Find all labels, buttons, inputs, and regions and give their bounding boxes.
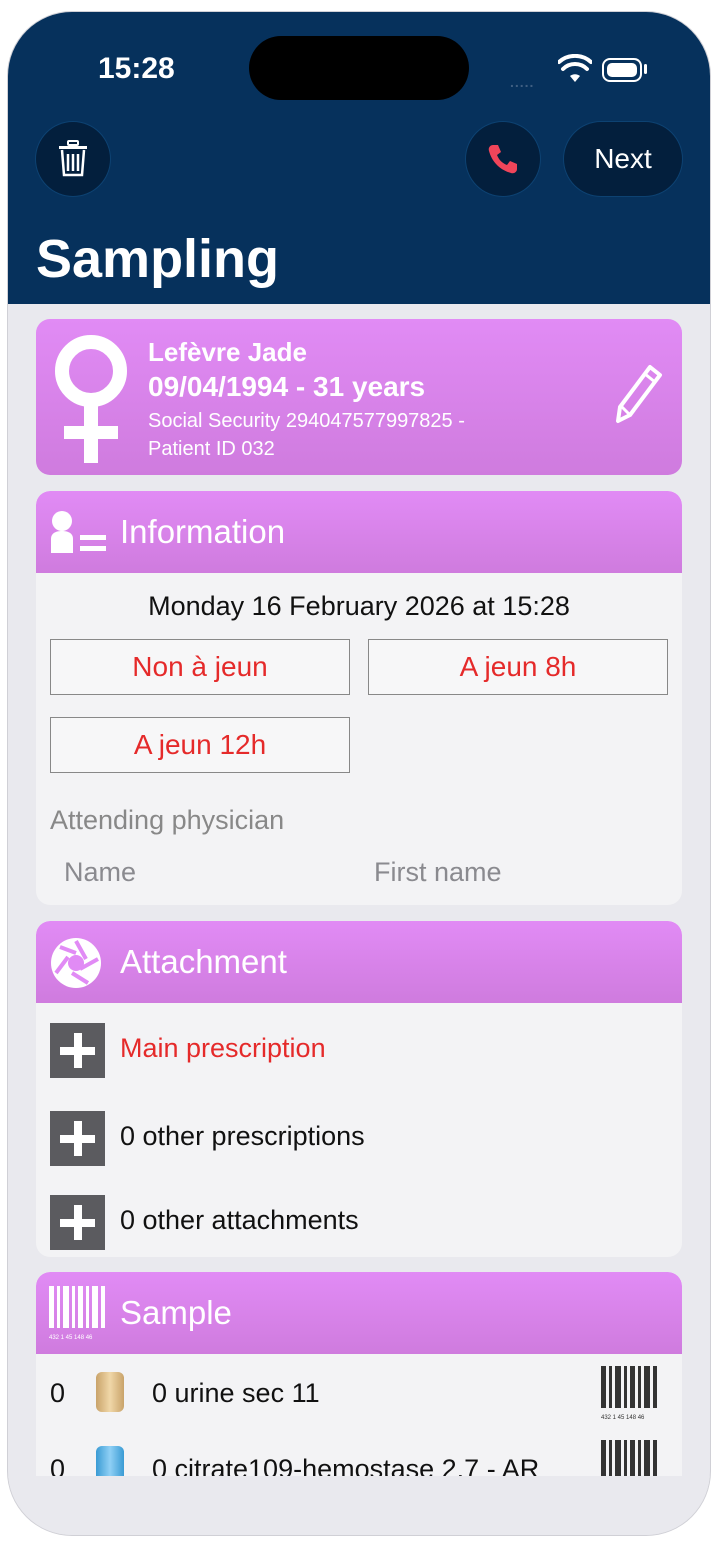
main-prescription-label[interactable]: Main prescription <box>120 1033 326 1064</box>
fasting-option-12h[interactable]: A jeun 12h <box>50 717 350 773</box>
trash-icon <box>59 140 87 177</box>
sample-header: 432 1 45 148 46 Sample <box>36 1272 682 1354</box>
attachment-header: Attachment <box>36 921 682 1003</box>
sample-card: 432 1 45 148 46 Sample 0 0 urine sec 11 … <box>36 1272 682 1476</box>
patient-ids: Social Security 294047577997825 - Patien… <box>148 407 568 463</box>
physician-first-name-field[interactable]: First name <box>374 857 502 888</box>
barcode-icon: 432 1 45 148 46 <box>49 1286 105 1341</box>
sample-row-label[interactable]: 0 citrate109-hemostase 2.7 - AR <box>152 1454 539 1476</box>
patient-dob-age: 09/04/1994 - 31 years <box>148 371 426 402</box>
phone-frame: 15:28 ..... Next Sampling Lefèvre Jade 0… <box>8 12 710 1535</box>
app-header: 15:28 ..... Next Sampling <box>8 12 710 304</box>
battery-tip <box>644 64 647 74</box>
sample-row-count: 0 <box>50 1378 66 1408</box>
wifi-icon <box>558 54 592 82</box>
add-other-attachments-icon[interactable] <box>50 1195 105 1250</box>
information-header: Information <box>36 491 682 573</box>
sample-title: Sample <box>120 1294 232 1331</box>
sampling-date: Monday 16 February 2026 at 15:28 <box>148 591 570 621</box>
patient-name: Lefèvre Jade <box>148 337 307 367</box>
user-list-icon <box>51 511 106 553</box>
phone-icon <box>488 145 517 174</box>
information-card: Information Monday 16 February 2026 at 1… <box>36 491 682 905</box>
next-button[interactable]: Next <box>564 122 682 196</box>
battery-icon <box>602 58 642 82</box>
dynamic-island <box>249 36 469 100</box>
citrate-tube-icon <box>96 1446 124 1476</box>
other-attachments-label[interactable]: 0 other attachments <box>120 1205 359 1236</box>
barcode-text: 432 1 45 148 46 <box>49 1335 93 1341</box>
add-other-prescriptions-icon[interactable] <box>50 1111 105 1166</box>
sample-row-count: 0 <box>50 1454 66 1476</box>
page-title: Sampling <box>36 229 280 289</box>
fasting-option-8h[interactable]: A jeun 8h <box>368 639 668 695</box>
call-button[interactable] <box>466 122 540 196</box>
aperture-icon <box>51 938 101 988</box>
delete-button[interactable] <box>36 122 110 196</box>
physician-label: Attending physician <box>50 805 285 835</box>
information-title: Information <box>120 513 286 550</box>
content-scroll[interactable]: Lefèvre Jade 09/04/1994 - 31 years Socia… <box>8 304 710 1476</box>
urine-tube-icon <box>96 1372 124 1412</box>
social-security: Social Security 294047577997825 - <box>148 410 465 432</box>
physician-name-field[interactable]: Name <box>64 857 136 888</box>
add-main-prescription-icon[interactable] <box>50 1023 105 1078</box>
attachment-title: Attachment <box>120 943 287 980</box>
sample-barcode-icon[interactable]: 432 1 45 148 46 <box>600 1364 658 1422</box>
venus-icon <box>55 335 127 463</box>
sample-barcode-icon[interactable] <box>600 1438 658 1476</box>
other-prescriptions-label[interactable]: 0 other prescriptions <box>120 1121 365 1152</box>
sample-row-label[interactable]: 0 urine sec 11 <box>152 1378 320 1409</box>
patient-id: Patient ID 032 <box>148 438 275 460</box>
patient-card[interactable]: Lefèvre Jade 09/04/1994 - 31 years Socia… <box>36 319 682 475</box>
pencil-icon[interactable] <box>614 363 664 425</box>
fasting-option-non-a-jeun[interactable]: Non à jeun <box>50 639 350 695</box>
attachment-card: Attachment Main prescription 0 other pre… <box>36 921 682 1257</box>
bottom-area <box>8 1476 710 1535</box>
status-time: 15:28 <box>98 52 175 85</box>
sample-barcode-text: 432 1 45 148 46 <box>601 1415 645 1421</box>
signal-icon: ..... <box>510 74 535 90</box>
